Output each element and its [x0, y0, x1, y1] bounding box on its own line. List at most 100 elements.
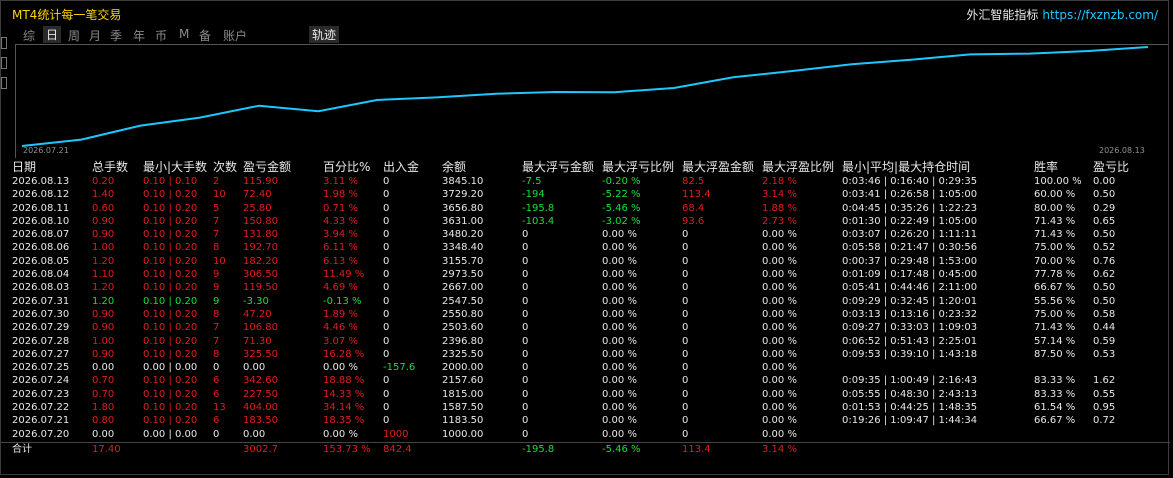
table-row[interactable]: 2026.07.27 0.90 0.10 | 0.20 8 325.50 16.28 % 0… [1, 348, 1170, 361]
tab-week[interactable]: 周 [68, 27, 80, 44]
header-deposit[interactable]: 出入金 [383, 160, 419, 175]
table-row[interactable]: 2026.07.23 0.70 0.10 | 0.20 6 227.50 14.33 % 0… [1, 388, 1170, 401]
cell-date: 2026.08.12 [12, 189, 70, 201]
header-hold-time[interactable]: 最小|平均|最大持仓时间 [842, 160, 970, 175]
cell-profit: 71.30 [243, 335, 272, 347]
cell-hold-time: 0:09:35 | 1:00:49 | 2:16:43 [842, 375, 978, 387]
header-percent[interactable]: 百分比% [323, 160, 370, 175]
cell-profit: 0.00 [243, 362, 266, 374]
header-win-rate[interactable]: 胜率 [1034, 160, 1058, 175]
table-row[interactable]: 2026.07.24 0.70 0.10 | 0.20 6 342.60 18.88 % 0… [1, 374, 1170, 387]
table-row[interactable]: 2026.07.20 0.00 0.00 | 0.00 0 0.00 0.00 % 1000… [1, 428, 1170, 441]
header-max-float-loss[interactable]: 最大浮亏金额 [522, 160, 594, 175]
cell-percent: 4.33 % [323, 215, 358, 227]
cell-max-float-profit: 0 [682, 322, 689, 334]
table-row[interactable]: 2026.08.06 1.00 0.10 | 0.20 8 192.70 6.11 % 0 3… [1, 241, 1170, 254]
cell-max-float-profit-pct: 1.88 % [762, 202, 797, 214]
cell-date: 2026.08.13 [12, 176, 70, 187]
cell-percent: 14.33 % [323, 388, 365, 400]
table-row[interactable]: 2026.07.22 1.80 0.10 | 0.20 13 404.00 34.14 %… [1, 401, 1170, 414]
header-balance[interactable]: 余额 [442, 160, 466, 175]
cell-balance: 3631.00 [442, 215, 484, 227]
table-row[interactable]: 2026.07.28 1.00 0.10 | 0.20 7 71.30 3.07 % 0 23… [1, 335, 1170, 348]
cell-profit: 404.00 [243, 402, 278, 414]
header-max-float-profit[interactable]: 最大浮盈金额 [682, 160, 754, 175]
header-total-lots[interactable]: 总手数 [92, 160, 128, 175]
tab-summary[interactable]: 综 [23, 27, 35, 44]
cell-percent: 4.69 % [323, 282, 358, 294]
cell-count: 7 [213, 229, 220, 241]
cell-min-max-lots: 0.10 | 0.20 [143, 202, 198, 214]
cell-min-max-lots: 0.10 | 0.20 [143, 348, 198, 360]
tab-quarter[interactable]: 季 [110, 27, 122, 44]
cell-max-float-profit-pct: 0.00 % [762, 322, 797, 334]
brand-link[interactable]: 外汇智能指标 https://fxznzb.com/ [966, 6, 1158, 23]
tab-day[interactable]: 日 [43, 26, 62, 43]
table-row[interactable]: 2026.07.30 0.90 0.10 | 0.20 8 47.20 1.89 % 0 25… [1, 308, 1170, 321]
cell-min-max-lots: 0.10 | 0.20 [143, 269, 198, 281]
cell-max-float-loss-pct: -5.46 % [602, 202, 641, 214]
cell-balance: 1815.00 [442, 388, 484, 400]
cell-hold-time: 0:01:53 | 0:44:25 | 1:48:35 [842, 402, 978, 414]
cell-min-max-lots: 0.00 | 0.00 [143, 362, 198, 374]
cell-min-max-lots: 0.10 | 0.20 [143, 402, 198, 414]
header-max-float-loss-pct[interactable]: 最大浮亏比例 [602, 160, 674, 175]
tab-month[interactable]: 月 [89, 27, 101, 44]
cell-total-lots: 1.20 [92, 255, 115, 267]
table-row[interactable]: 2026.08.10 0.90 0.10 | 0.20 7 150.80 4.33 % 0 3… [1, 215, 1170, 228]
cell-max-float-loss: 0 [522, 229, 529, 241]
table-row[interactable]: 2026.08.11 0.60 0.10 | 0.20 5 25.80 0.71 % 0 36… [1, 202, 1170, 215]
cell-max-float-profit-pct: 0.00 % [762, 415, 797, 427]
header-count[interactable]: 次数 [213, 160, 237, 175]
cell-max-float-loss-pct: 0.00 % [602, 269, 637, 281]
cell-max-float-profit-pct: 0.00 % [762, 388, 797, 400]
header-date[interactable]: 日期 [12, 160, 36, 175]
cell-balance: 2547.50 [442, 295, 484, 307]
header-max-float-profit-pct[interactable]: 最大浮盈比例 [762, 160, 834, 175]
cell-total-lots: 1.20 [92, 282, 115, 294]
table-row[interactable]: 2026.08.03 1.20 0.10 | 0.20 9 119.50 4.69 % 0 2… [1, 281, 1170, 294]
tab-currency[interactable]: 币 [155, 27, 167, 44]
cell-deposit: 0 [383, 402, 390, 414]
cell-max-float-profit-pct: 0.00 % [762, 242, 797, 254]
brand-url[interactable]: https://fxznzb.com/ [1042, 8, 1158, 22]
track-button[interactable]: 轨迹 [309, 26, 340, 43]
cell-count: 0 [213, 428, 220, 440]
tab-note[interactable]: 备 [199, 27, 211, 44]
table-row[interactable]: 2026.07.31 1.20 0.10 | 0.20 9 -3.30 -0.13 % 0 2… [1, 295, 1170, 308]
cell-max-float-profit: 0 [682, 415, 689, 427]
table-row[interactable]: 2026.08.04 1.10 0.10 | 0.20 9 306.50 11.49 % 0… [1, 268, 1170, 281]
cell-profit: 306.50 [243, 269, 278, 281]
cell-max-float-loss: 0 [522, 295, 529, 307]
cell-max-float-loss-pct: -5.22 % [602, 189, 641, 201]
cell-min-max-lots: 0.10 | 0.20 [143, 189, 198, 201]
cell-profit: 227.50 [243, 388, 278, 400]
cell-hold-time: 0:05:41 | 0:44:46 | 2:11:00 [842, 282, 978, 294]
cell-count: 8 [213, 348, 220, 360]
table-row[interactable]: 2026.07.25 0.00 0.00 | 0.00 0 0.00 0.00 % -157… [1, 361, 1170, 374]
tab-magic[interactable]: M [179, 27, 189, 41]
table-row[interactable]: 2026.07.21 0.80 0.10 | 0.20 6 183.50 18.35 % 0… [1, 414, 1170, 427]
cell-max-float-loss-pct: 0.00 % [602, 362, 637, 374]
cell-win-rate: 100.00 % [1034, 176, 1082, 187]
table-row[interactable]: 2026.08.13 0.20 0.10 | 0.10 2 115.90 3.11 % 0 3… [1, 175, 1170, 188]
table-row[interactable]: 2026.07.29 0.90 0.10 | 0.20 7 106.80 4.46 % 0 2… [1, 321, 1170, 334]
cell-max-float-profit: 0 [682, 282, 689, 294]
cell-percent: -0.13 % [323, 295, 362, 307]
cell-total-lots: 1.20 [92, 295, 115, 307]
cell-max-float-profit-pct: 0.00 % [762, 295, 797, 307]
cell-total-lots: 0.90 [92, 215, 115, 227]
table-row[interactable]: 2026.08.05 1.20 0.10 | 0.20 10 182.20 6.13 % 0… [1, 255, 1170, 268]
header-profit[interactable]: 盈亏金额 [243, 160, 291, 175]
tab-year[interactable]: 年 [133, 27, 145, 44]
header-profit-ratio[interactable]: 盈亏比 [1093, 160, 1129, 175]
cell-date: 2026.08.06 [12, 242, 70, 254]
tab-account[interactable]: 账户 [223, 27, 247, 44]
table-row[interactable]: 2026.08.07 0.90 0.10 | 0.20 7 131.80 3.94 % 0 3… [1, 228, 1170, 241]
cell-deposit: 0 [383, 215, 390, 227]
cell-hold-time: 0:03:41 | 0:26:58 | 1:05:00 [842, 189, 978, 201]
header-min-max-lots[interactable]: 最小|大手数 [143, 160, 207, 175]
table-row[interactable]: 2026.08.12 1.40 0.10 | 0.20 10 72.40 1.98 % 0 3… [1, 188, 1170, 201]
cell-min-max-lots: 0.10 | 0.20 [143, 415, 198, 427]
cell-percent: 0.00 % [323, 428, 358, 440]
